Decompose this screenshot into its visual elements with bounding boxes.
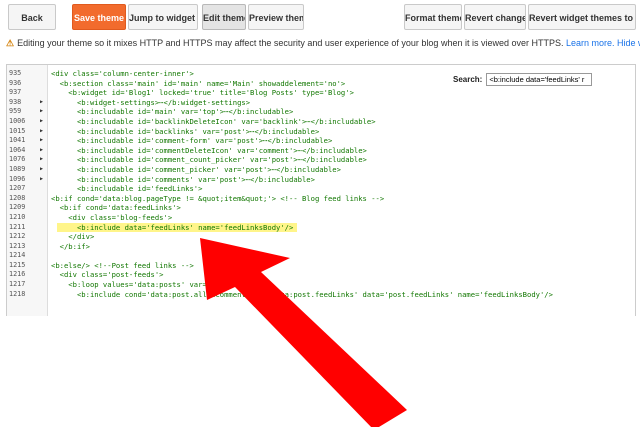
annotation-arrow bbox=[200, 238, 407, 427]
red-arrow-shape bbox=[200, 238, 407, 427]
